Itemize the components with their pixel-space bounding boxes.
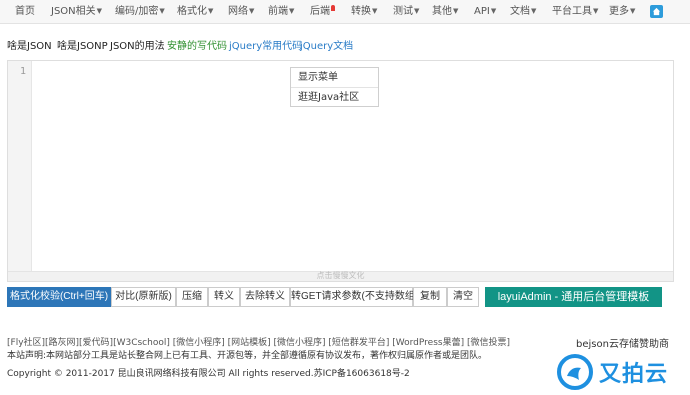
editor-resize-bar[interactable]: 点击慢慢文化 bbox=[8, 271, 673, 281]
caret-down-icon: ▼ bbox=[453, 7, 459, 15]
nav-api[interactable]: API▼ bbox=[474, 5, 496, 19]
menu-item-show-menu[interactable]: 显示菜单 bbox=[291, 68, 378, 87]
nav-label: 转换 bbox=[351, 6, 371, 17]
expand-hint: 点击慢慢文化 bbox=[316, 271, 365, 280]
nav-label: 其他 bbox=[432, 6, 452, 17]
nav-other[interactable]: 其他▼ bbox=[432, 5, 458, 19]
caret-down-icon: ▼ bbox=[249, 7, 255, 15]
link-jquery-snippets[interactable]: jQuery常用代码 bbox=[229, 37, 302, 52]
nav-label: 网络 bbox=[228, 6, 248, 17]
caret-down-icon: ▼ bbox=[630, 7, 636, 15]
hot-pin-icon bbox=[331, 5, 335, 11]
link-what-is-jsonp[interactable]: 啥是JSONP bbox=[57, 37, 108, 52]
format-validate-button[interactable]: 格式化校验(Ctrl+回车) bbox=[7, 287, 111, 307]
caret-down-icon: ▼ bbox=[531, 7, 537, 15]
nav-label: 格式化 bbox=[177, 6, 207, 17]
caret-down-icon: ▼ bbox=[372, 7, 378, 15]
link-what-is-json[interactable]: 啥是JSON bbox=[7, 37, 52, 52]
caret-down-icon: ▼ bbox=[96, 7, 103, 15]
copyright: Copyright © 2011-2017 昆山良讯网络科技有限公司 All r… bbox=[7, 369, 410, 379]
upyun-logo[interactable]: 又拍云 bbox=[557, 352, 682, 392]
nav-docs[interactable]: 文档▼ bbox=[510, 5, 536, 19]
link-json-usage[interactable]: JSON的用法 bbox=[110, 37, 165, 52]
nav-label: 平台工具 bbox=[552, 6, 592, 17]
caret-down-icon: ▼ bbox=[289, 7, 295, 15]
nav-test[interactable]: 测试▼ bbox=[393, 5, 419, 19]
context-menu: 显示菜单 逛逛Java社区 bbox=[290, 67, 379, 107]
caret-down-icon: ▼ bbox=[593, 7, 599, 15]
layuiadmin-promo-button[interactable]: layuiAdmin - 通用后台管理模板 bbox=[485, 287, 662, 307]
home-icon bbox=[652, 7, 661, 16]
site-notice: 本站声明:本网站部分工具是站长整合网上已有工具、开源包等，并全部遵循原有协议发布… bbox=[7, 351, 488, 361]
home-button[interactable] bbox=[650, 5, 663, 18]
nav-backend[interactable]: 后端 bbox=[310, 5, 335, 19]
nav-label: JSON相关 bbox=[51, 6, 96, 17]
footer-links[interactable]: [Fly社区][路灰网][爱代码][W3Cschool] [微信小程序] [网站… bbox=[7, 335, 510, 348]
nav-label: 前端 bbox=[268, 6, 288, 17]
caret-down-icon: ▼ bbox=[208, 7, 214, 15]
sub-navbar: 啥是JSON 啥是JSONP JSON的用法 安静的写代码 jQuery常用代码… bbox=[0, 34, 690, 52]
nav-label: 后端 bbox=[310, 6, 330, 17]
to-get-params-button[interactable]: 转GET请求参数(不支持数组) bbox=[290, 287, 418, 307]
logo-text: 又拍云 bbox=[599, 362, 669, 387]
link-quiet-coding[interactable]: 安静的写代码 bbox=[167, 37, 227, 52]
nav-more[interactable]: 更多▼ bbox=[609, 5, 635, 19]
line-gutter: 1 bbox=[8, 61, 32, 271]
caret-down-icon: ▼ bbox=[490, 7, 497, 15]
top-navbar: 首页 JSON相关▼ 编码/加密▼ 格式化▼ 网络▼ 前端▼ 后端 转换▼ 测试… bbox=[0, 0, 690, 24]
nav-label: 测试 bbox=[393, 6, 413, 17]
sponsor-label: bejson云存储赞助商 bbox=[576, 339, 669, 350]
menu-item-java-community[interactable]: 逛逛Java社区 bbox=[291, 87, 378, 106]
compare-button[interactable]: 对比(原新版) bbox=[111, 287, 176, 307]
nav-network[interactable]: 网络▼ bbox=[228, 5, 254, 19]
link-jquery-docs[interactable]: jQuery文档 bbox=[300, 37, 353, 52]
copy-button[interactable]: 复制 bbox=[413, 287, 447, 307]
nav-json[interactable]: JSON相关▼ bbox=[51, 5, 102, 19]
nav-format[interactable]: 格式化▼ bbox=[177, 5, 213, 19]
caret-down-icon: ▼ bbox=[159, 7, 165, 15]
nav-home[interactable]: 首页 bbox=[15, 5, 35, 19]
clear-button[interactable]: 清空 bbox=[447, 287, 479, 307]
nav-convert[interactable]: 转换▼ bbox=[351, 5, 377, 19]
nav-label: 文档 bbox=[510, 6, 530, 17]
nav-encode[interactable]: 编码/加密▼ bbox=[115, 5, 165, 19]
nav-frontend[interactable]: 前端▼ bbox=[268, 5, 294, 19]
upyun-cloud-icon bbox=[557, 354, 593, 390]
nav-platform-tools[interactable]: 平台工具▼ bbox=[552, 5, 598, 19]
nav-label: 编码/加密 bbox=[115, 6, 159, 17]
compress-button[interactable]: 压缩 bbox=[176, 287, 208, 307]
nav-label: 首页 bbox=[15, 6, 35, 17]
caret-down-icon: ▼ bbox=[414, 7, 420, 15]
unescape-button[interactable]: 去除转义 bbox=[240, 287, 290, 307]
nav-label: 更多 bbox=[609, 6, 629, 17]
escape-button[interactable]: 转义 bbox=[208, 287, 240, 307]
line-number: 1 bbox=[20, 66, 27, 77]
nav-label: API bbox=[474, 6, 490, 17]
